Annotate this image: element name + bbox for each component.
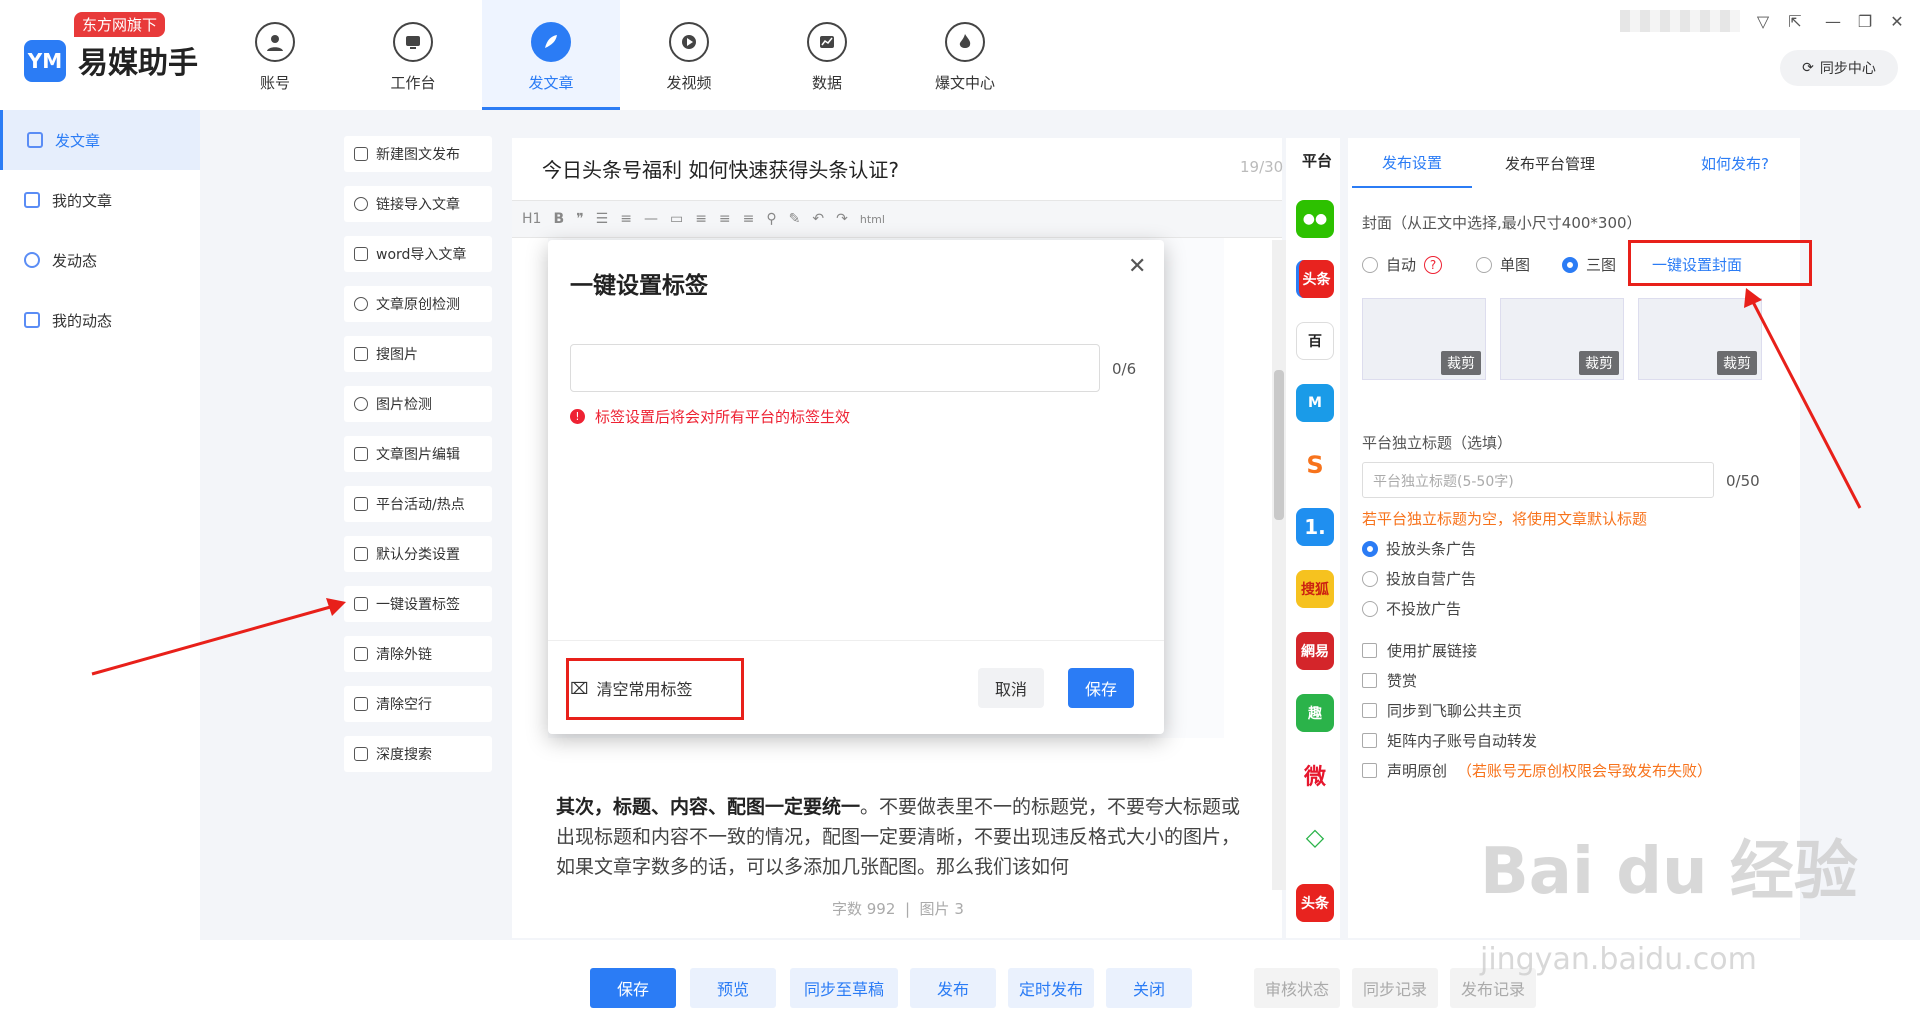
watermark-logo: Bai du 经验 (1480, 835, 1858, 909)
watermark-url: jingyan.baidu.com (1480, 942, 1757, 977)
